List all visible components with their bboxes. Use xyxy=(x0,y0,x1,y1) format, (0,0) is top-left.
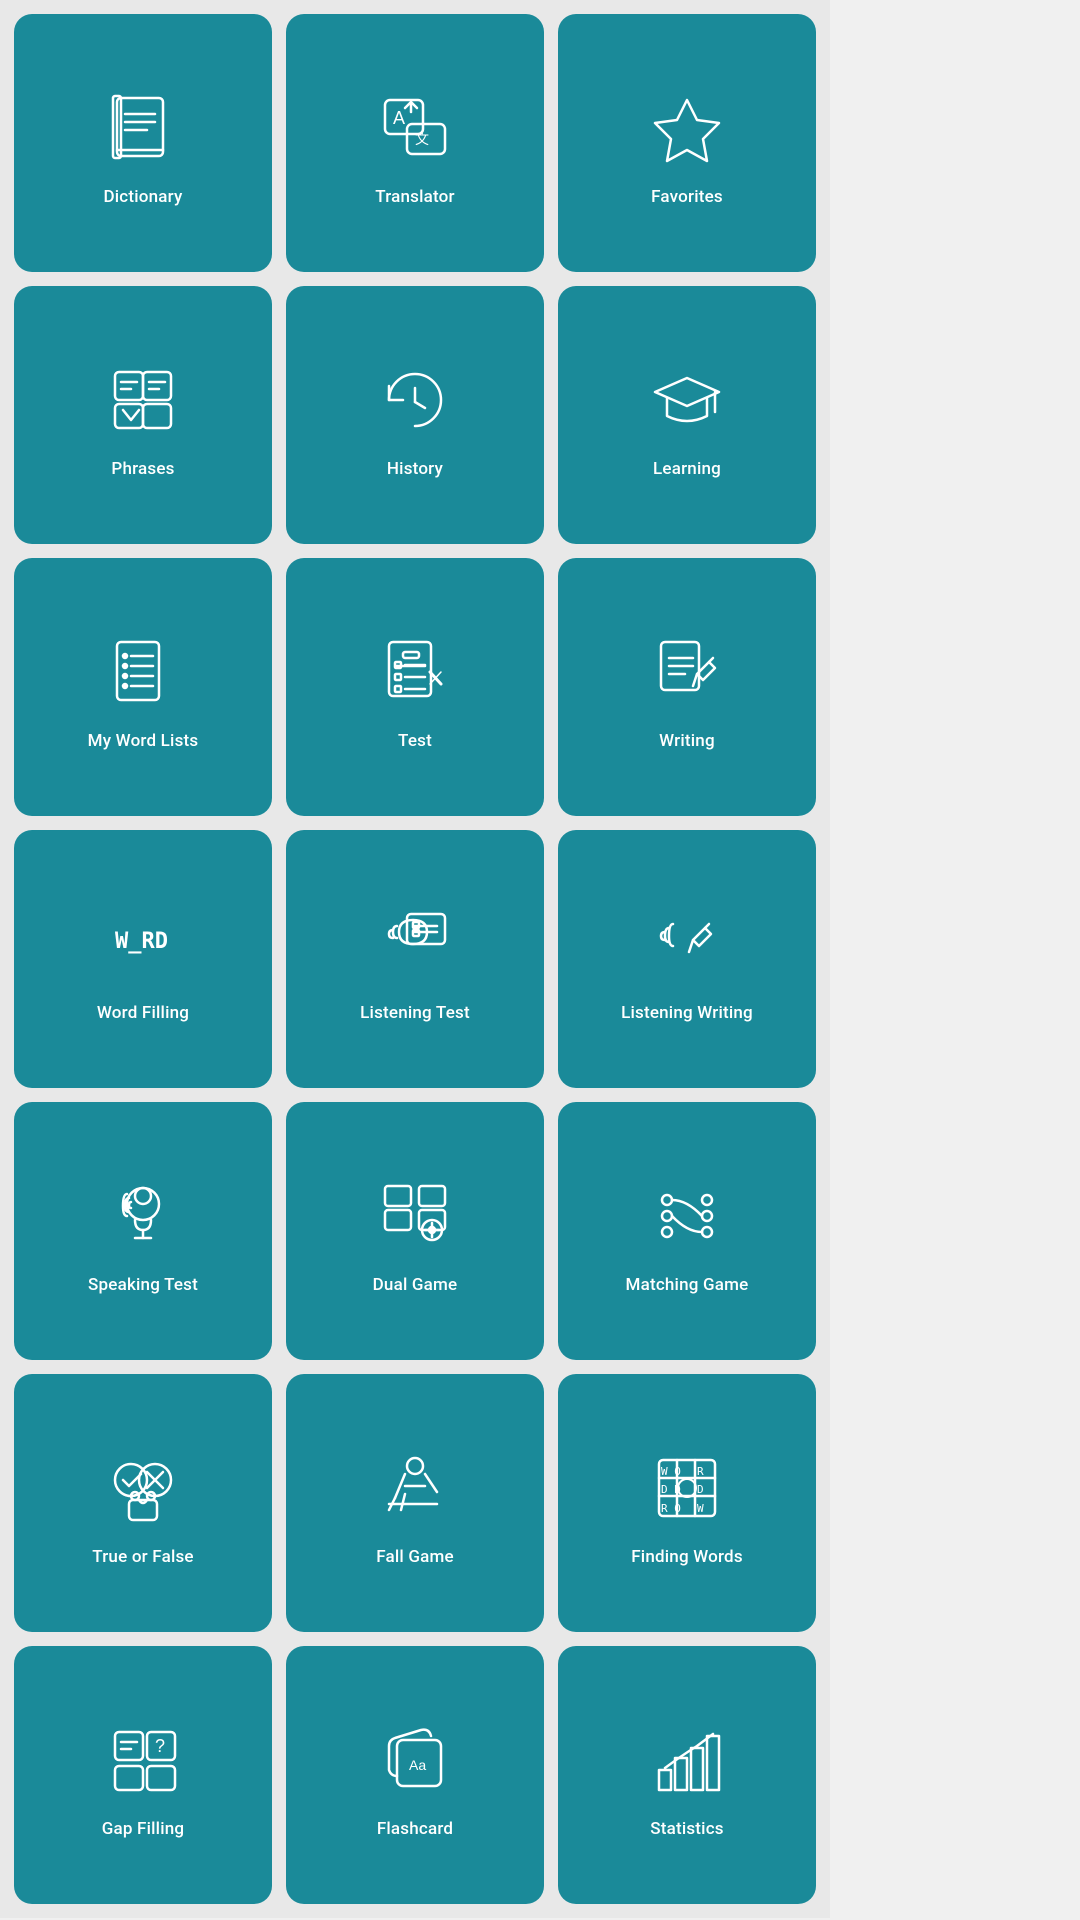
svg-text:A: A xyxy=(393,108,405,128)
tile-dual-game[interactable]: Dual Game xyxy=(286,1102,544,1360)
learning-icon xyxy=(642,355,732,445)
tile-translator[interactable]: A文 Translator xyxy=(286,14,544,272)
matching-game-label: Matching Game xyxy=(626,1275,749,1295)
tile-learning[interactable]: Learning xyxy=(558,286,816,544)
learning-label: Learning xyxy=(653,459,721,479)
history-icon xyxy=(370,355,460,445)
tile-favorites[interactable]: Favorites xyxy=(558,14,816,272)
gap-filling-icon: ? xyxy=(98,1715,188,1805)
my-word-lists-label: My Word Lists xyxy=(88,731,199,751)
test-label: Test xyxy=(398,731,432,751)
listening-test-label: Listening Test xyxy=(360,1003,470,1023)
main-grid: Dictionary A文 Translator Favorites Phrases Hi… xyxy=(0,0,830,1918)
history-label: History xyxy=(387,459,443,479)
tile-flashcard[interactable]: Aa Flashcard xyxy=(286,1646,544,1904)
tile-listening-test[interactable]: Listening Test xyxy=(286,830,544,1088)
gap-filling-label: Gap Filling xyxy=(102,1819,185,1839)
tile-speaking-test[interactable]: Speaking Test xyxy=(14,1102,272,1360)
svg-text:W: W xyxy=(697,1502,704,1515)
svg-text:D: D xyxy=(697,1483,704,1496)
tile-fall-game[interactable]: Fall Game xyxy=(286,1374,544,1632)
tile-my-word-lists[interactable]: My Word Lists xyxy=(14,558,272,816)
fall-game-icon xyxy=(370,1443,460,1533)
listening-test-icon xyxy=(370,899,460,989)
tile-statistics[interactable]: Statistics xyxy=(558,1646,816,1904)
tile-gap-filling[interactable]: ? Gap Filling xyxy=(14,1646,272,1904)
finding-words-icon: W OD DR ORDW xyxy=(642,1443,732,1533)
translator-label: Translator xyxy=(375,187,454,207)
true-or-false-icon xyxy=(98,1443,188,1533)
word-filling-label: Word Filling xyxy=(97,1003,189,1023)
listening-writing-label: Listening Writing xyxy=(621,1003,753,1023)
tile-word-filling[interactable]: W_RD Word Filling xyxy=(14,830,272,1088)
tile-writing[interactable]: Writing xyxy=(558,558,816,816)
test-icon xyxy=(370,627,460,717)
true-or-false-label: True or False xyxy=(92,1547,193,1567)
dual-game-label: Dual Game xyxy=(373,1275,458,1295)
writing-label: Writing xyxy=(659,731,715,751)
statistics-icon xyxy=(642,1715,732,1805)
phrases-icon xyxy=(98,355,188,445)
listening-writing-icon xyxy=(642,899,732,989)
phrases-label: Phrases xyxy=(111,459,174,479)
writing-icon xyxy=(642,627,732,717)
speaking-test-label: Speaking Test xyxy=(88,1275,198,1295)
matching-game-icon xyxy=(642,1171,732,1261)
flashcard-label: Flashcard xyxy=(377,1819,453,1839)
tile-matching-game[interactable]: Matching Game xyxy=(558,1102,816,1360)
translator-icon: A文 xyxy=(370,83,460,173)
tile-finding-words[interactable]: W OD DR ORDWFinding Words xyxy=(558,1374,816,1632)
svg-text:?: ? xyxy=(155,1736,165,1756)
finding-words-label: Finding Words xyxy=(631,1547,743,1567)
favorites-icon xyxy=(642,83,732,173)
tile-phrases[interactable]: Phrases xyxy=(14,286,272,544)
favorites-label: Favorites xyxy=(651,187,723,207)
tile-listening-writing[interactable]: Listening Writing xyxy=(558,830,816,1088)
svg-text:R O: R O xyxy=(661,1502,681,1515)
svg-text:W_RD: W_RD xyxy=(115,929,168,954)
svg-text:文: 文 xyxy=(415,131,429,147)
tile-dictionary[interactable]: Dictionary xyxy=(14,14,272,272)
svg-text:Aa: Aa xyxy=(409,1757,426,1773)
speaking-test-icon xyxy=(98,1171,188,1261)
tile-test[interactable]: Test xyxy=(286,558,544,816)
flashcard-icon: Aa xyxy=(370,1715,460,1805)
word-filling-icon: W_RD xyxy=(98,899,188,989)
dictionary-icon xyxy=(98,83,188,173)
svg-text:W O: W O xyxy=(661,1465,681,1478)
fall-game-label: Fall Game xyxy=(376,1547,454,1567)
dual-game-icon xyxy=(370,1171,460,1261)
statistics-label: Statistics xyxy=(650,1819,723,1839)
my-word-lists-icon xyxy=(98,627,188,717)
tile-true-or-false[interactable]: True or False xyxy=(14,1374,272,1632)
dictionary-label: Dictionary xyxy=(103,187,182,207)
tile-history[interactable]: History xyxy=(286,286,544,544)
svg-text:R: R xyxy=(697,1465,704,1478)
